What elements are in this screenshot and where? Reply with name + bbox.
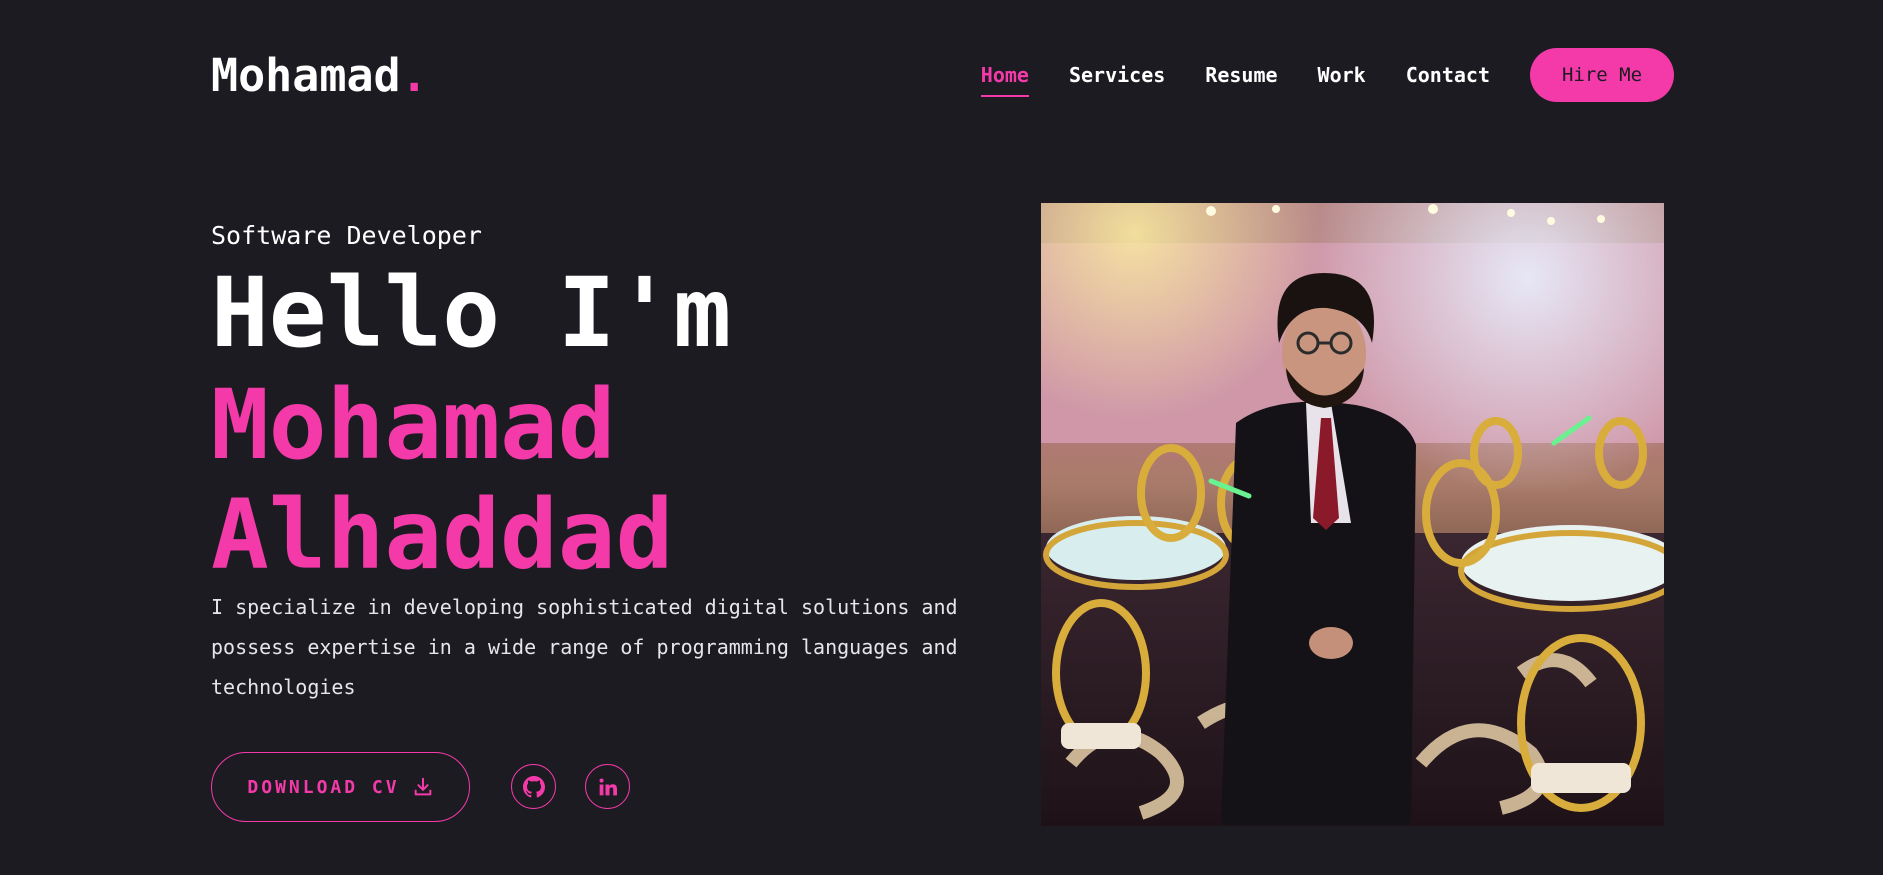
role-subtitle: Software Developer [211,221,482,250]
profile-photo [1041,203,1664,826]
greeting-heading: Hello I'm [211,257,732,369]
nav-home[interactable]: Home [980,48,1030,102]
hire-me-button[interactable]: Hire Me [1530,48,1674,102]
last-name: Alhaddad [211,479,674,591]
nav-work[interactable]: Work [1318,48,1366,102]
download-cv-label: DOWNLOAD CV [247,776,400,798]
main-nav: Home Services Resume Work Contact Hire M… [980,48,1674,102]
bio-text: I specialize in developing sophisticated… [211,595,958,699]
name-heading: Mohamad Alhaddad [211,370,673,590]
linkedin-icon [598,777,618,797]
nav-contact[interactable]: Contact [1406,48,1490,102]
download-icon [412,776,434,798]
github-icon [522,775,545,798]
logo[interactable]: Mohamad. [211,46,428,106]
first-name: Mohamad [211,369,616,481]
page: Mohamad. Home Services Resume Work Conta… [0,0,1883,875]
download-cv-button[interactable]: DOWNLOAD CV [211,752,470,822]
nav-services[interactable]: Services [1069,48,1165,102]
github-link[interactable] [511,764,556,809]
logo-text: Mohamad [211,49,401,102]
logo-dot: . [400,49,428,102]
linkedin-link[interactable] [585,764,630,809]
nav-resume[interactable]: Resume [1205,48,1277,102]
